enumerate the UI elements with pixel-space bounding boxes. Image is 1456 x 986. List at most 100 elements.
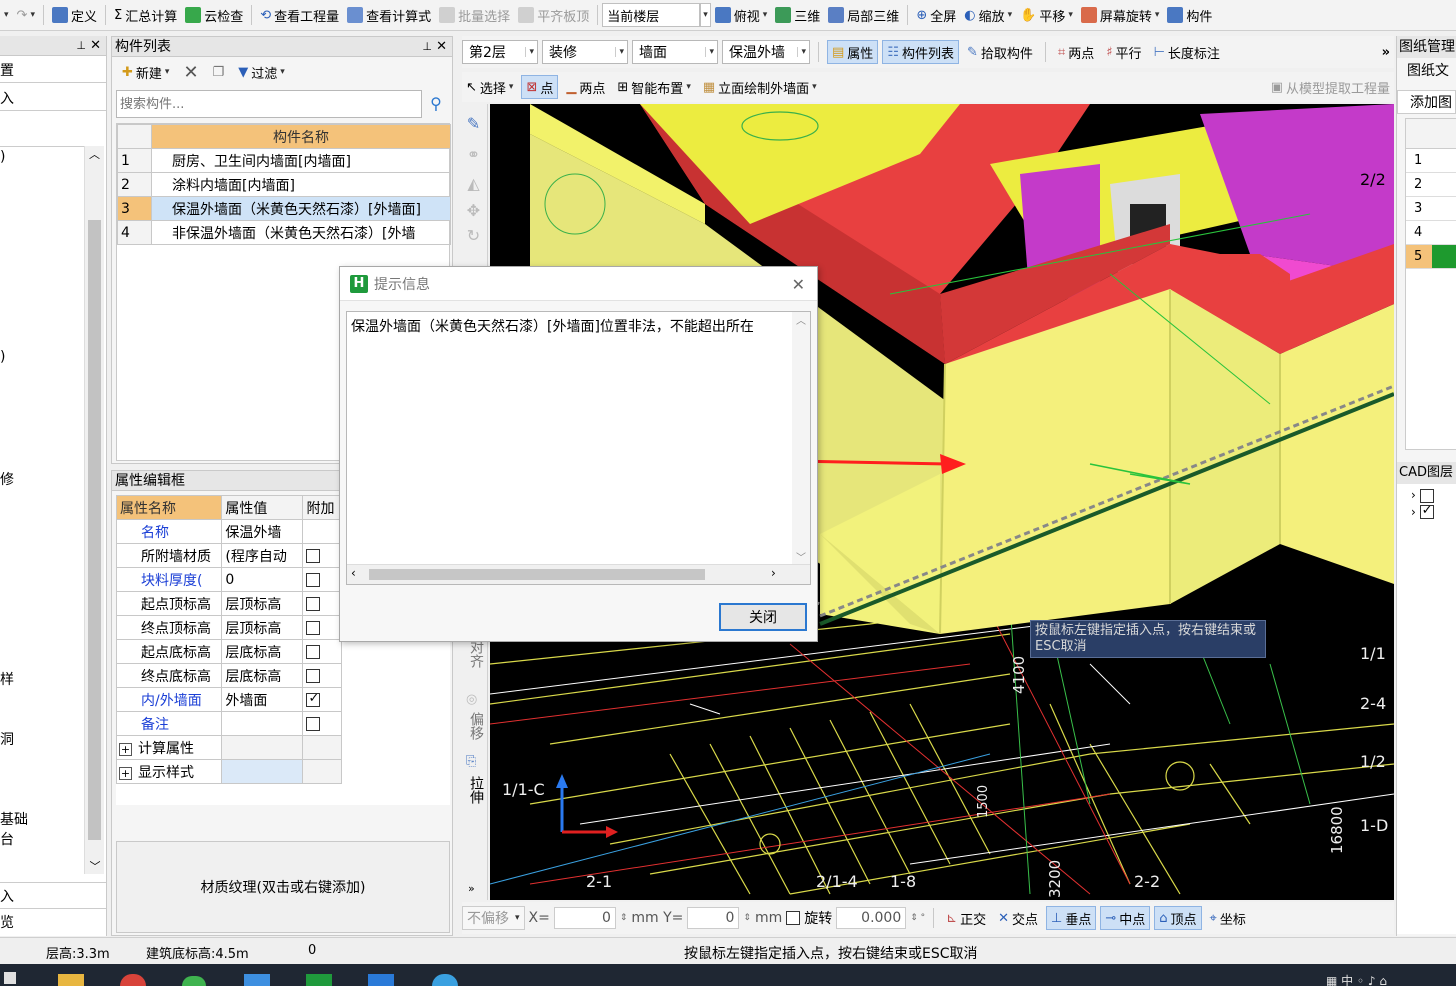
smart-layout-button[interactable]: ⊞ 智能布置 ▾ <box>613 75 694 99</box>
extra-checkbox[interactable] <box>306 548 321 563</box>
align-slab-button[interactable]: 平齐板顶 <box>514 3 593 27</box>
facade-wall-button[interactable]: ▦ 立面绘制外墙面 ▾ <box>699 75 821 99</box>
select-button[interactable]: ↖ 选择 ▾ <box>462 75 517 99</box>
top-view-button[interactable]: 俯视 ▾ <box>711 3 772 27</box>
nav-item[interactable]: 览 <box>0 908 106 932</box>
table-row[interactable]: 终点顶标高 层顶标高 <box>115 615 342 640</box>
add-drawing-button[interactable]: 添加图 <box>1397 90 1456 114</box>
y-input[interactable]: 0 <box>687 907 740 929</box>
table-row-selected[interactable]: 3 保温外墙面（米黄色天然石漆）[外墙面] <box>117 196 451 221</box>
component-list-toggle[interactable]: ☷ 构件列表 <box>882 40 959 64</box>
search-input[interactable] <box>116 90 422 118</box>
prop-value-field[interactable] <box>221 711 304 736</box>
table-row[interactable]: 名称 保温外墙 <box>115 519 342 544</box>
move-icon[interactable]: ✥ <box>460 201 487 220</box>
view-quantity-button[interactable]: ⟲ 查看工程量 <box>256 3 343 27</box>
stretch-tool[interactable]: 拉伸 <box>462 776 486 804</box>
more-chevron-icon[interactable]: » <box>1378 40 1394 64</box>
table-row[interactable]: 4 非保温外墙面（米黄色天然石漆）[外墙 <box>117 220 451 245</box>
glodon-icon[interactable] <box>306 974 332 986</box>
rotate-input[interactable]: 0.000 <box>836 907 907 929</box>
attribute-toggle[interactable]: ▤ 属性 <box>827 40 879 64</box>
rotate-checkbox[interactable] <box>786 911 801 925</box>
point-button[interactable]: ⊠ 点 <box>521 75 559 99</box>
zoom-button[interactable]: ◐ 缩放 ▾ <box>960 3 1016 27</box>
vertical-scrollbar[interactable]: ︿ ﹀ <box>792 312 810 564</box>
table-row[interactable]: 1 厨房、卫生间内墙面[内墙面] <box>117 148 451 173</box>
prop-value-field[interactable]: (程序自动 <box>221 543 304 568</box>
layer-row[interactable]: › <box>1397 503 1456 519</box>
pin-icon[interactable]: ⊥ <box>422 37 432 57</box>
table-row[interactable]: 起点顶标高 层顶标高 <box>115 591 342 616</box>
ortho-button[interactable]: ⊾ 正交 <box>942 906 990 930</box>
parallel-button[interactable]: ♯ 平行 <box>1102 40 1145 64</box>
table-row[interactable]: 2 <box>1406 173 1456 197</box>
expand-icon[interactable]: + <box>119 766 132 780</box>
intersect-snap-button[interactable]: ✕ 交点 <box>994 906 1042 930</box>
nav-tree-item[interactable]: 台 <box>0 829 14 849</box>
layer-checkbox-checked[interactable] <box>1419 503 1434 519</box>
pan-button[interactable]: ✋ 平移 ▾ <box>1016 3 1077 27</box>
extra-checkbox-checked[interactable] <box>306 691 321 707</box>
nav-tree-item[interactable]: 修 <box>0 469 14 489</box>
nav-scrollbar[interactable]: ︿ ﹀ <box>84 146 104 874</box>
x-spinner-icon[interactable]: ⇕ <box>620 913 628 923</box>
table-row[interactable]: 所附墙材质 (程序自动 <box>115 543 342 568</box>
app-icon[interactable] <box>244 974 270 986</box>
view-formula-button[interactable]: 查看计算式 <box>343 3 435 27</box>
table-row[interactable]: 4 <box>1406 221 1456 245</box>
folder-icon[interactable] <box>58 974 84 986</box>
length-dim-button[interactable]: ⊢ 长度标注 <box>1150 40 1224 64</box>
table-row[interactable]: 备注 <box>115 711 342 736</box>
extra-checkbox[interactable] <box>306 716 321 731</box>
mirror-icon[interactable]: ◭ <box>460 174 487 193</box>
table-row[interactable]: 终点底标高 层底标高 <box>115 663 342 688</box>
copy-tool-icon[interactable]: ⚭ <box>460 145 487 164</box>
screen-rotate-button[interactable]: 屏幕旋转 ▾ <box>1077 3 1164 27</box>
perpendicular-snap-button[interactable]: ⊥ 垂点 <box>1046 906 1097 930</box>
subtype-select[interactable]: 墙面 ▾ <box>632 40 718 64</box>
two-point-draw-button[interactable]: ▁ 两点 <box>562 75 609 99</box>
prop-value-field[interactable]: 层底标高 <box>221 663 304 688</box>
filter-button[interactable]: ▼ 过滤 ▾ <box>234 60 289 84</box>
nav-tree-item[interactable]: ) <box>0 349 5 365</box>
redo-icon[interactable]: ↷ ▾ <box>13 3 39 27</box>
browser-icon[interactable] <box>432 974 458 986</box>
y-spinner-icon[interactable]: ⇕ <box>743 913 751 923</box>
dialog-close-icon[interactable]: ✕ <box>792 275 805 294</box>
batch-select-button[interactable]: 批量选择 <box>435 3 514 27</box>
layer-row[interactable]: › <box>1397 484 1456 503</box>
drawing-file-tab[interactable]: 图纸文 <box>1397 58 1456 84</box>
table-row[interactable]: 1 <box>1406 149 1456 173</box>
table-row[interactable]: 2 涂料内墙面[内墙面] <box>117 172 451 197</box>
extra-checkbox[interactable] <box>306 668 321 683</box>
copy-icon[interactable]: ❐ <box>209 60 229 84</box>
material-texture-area[interactable]: 材质纹理(双击或右键添加) <box>116 841 450 933</box>
rotate-tool-icon[interactable]: ↻ <box>460 226 487 245</box>
x-input[interactable]: 0 <box>553 907 616 929</box>
current-floor-dropdown[interactable]: 当前楼层 <box>602 3 701 27</box>
layer-checkbox[interactable] <box>1419 488 1434 503</box>
scroll-thumb[interactable] <box>88 220 101 840</box>
two-point-measure-button[interactable]: ⌗ 两点 <box>1054 40 1098 64</box>
prop-value-field[interactable]: 层顶标高 <box>221 591 304 616</box>
category-select[interactable]: 装修 ▾ <box>542 40 628 64</box>
extra-checkbox[interactable] <box>306 596 321 611</box>
prop-value-field[interactable]: 0 <box>221 567 304 592</box>
fullscreen-button[interactable]: ⊕ 全屏 <box>912 3 960 27</box>
3d-button[interactable]: 三维 <box>771 3 824 27</box>
prop-value-field[interactable]: 层顶标高 <box>221 615 304 640</box>
prop-value-field[interactable]: 外墙面 <box>221 687 304 712</box>
column-header-name[interactable]: 构件名称 <box>151 124 451 149</box>
extract-quantity-button[interactable]: ▣ 从模型提取工程量 <box>1267 75 1394 99</box>
undo-icon[interactable]: ▾ <box>0 3 13 27</box>
component-select[interactable]: 保温外墙 ▾ <box>722 40 810 64</box>
close-button[interactable]: 关闭 <box>719 603 807 631</box>
pin-icon[interactable]: ⊥ <box>76 36 86 56</box>
summary-calc-button[interactable]: Σ 汇总计算 <box>110 3 181 27</box>
local-3d-button[interactable]: 局部三维 <box>824 3 903 27</box>
nav-tree-item[interactable]: 基础 <box>0 809 28 829</box>
extra-checkbox[interactable] <box>306 572 321 587</box>
scroll-right-icon[interactable]: › <box>771 566 776 580</box>
scroll-thumb[interactable] <box>369 569 705 580</box>
